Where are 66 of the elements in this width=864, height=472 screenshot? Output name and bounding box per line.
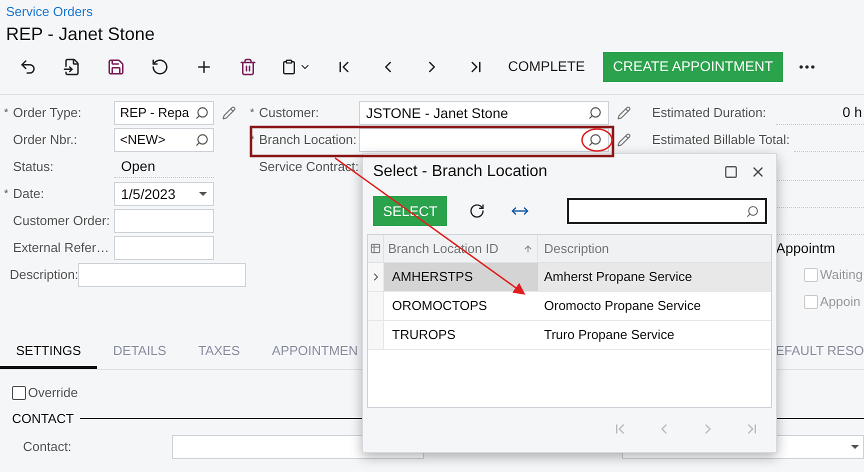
field-label: Order Nbr.:	[13, 131, 78, 150]
table-cell-text: Amherst Propane Service	[544, 268, 692, 286]
field-value: 0 h	[842, 103, 863, 122]
field-label: Contact:	[22, 438, 72, 456]
date-field[interactable]: 1/5/2023	[114, 182, 214, 206]
field-value: REP - Repa	[120, 104, 190, 122]
highlight-circle	[581, 128, 613, 152]
column-header[interactable]: Description	[544, 238, 765, 258]
refresh-icon[interactable]	[469, 203, 486, 219]
grid-settings-icon[interactable]	[370, 243, 381, 254]
checkbox-label: Appoin	[820, 293, 860, 312]
field-label: Estimated Billable Total:	[652, 131, 791, 150]
field-label: External Refer…	[13, 239, 110, 258]
field-label: Order Type:	[13, 104, 82, 122]
complete-button[interactable]: COMPLETE	[498, 52, 596, 82]
required-asterisk: *	[4, 188, 8, 200]
dialog-title: Select - Branch Location	[373, 162, 548, 182]
field-label: Date:	[13, 185, 46, 204]
dropdown-caret-icon[interactable]	[199, 192, 207, 196]
search-field[interactable]	[567, 198, 768, 224]
field-label: Description:	[10, 266, 78, 284]
edit-icon[interactable]	[617, 133, 631, 147]
search-icon[interactable]	[588, 133, 602, 147]
lookup-field[interactable]	[359, 128, 609, 152]
field-label: Estimated Duration:	[652, 104, 768, 122]
search-icon[interactable]	[746, 204, 760, 218]
search-icon[interactable]	[195, 133, 209, 147]
required-asterisk: *	[4, 106, 8, 119]
table-cell-text: Truro Propane Service	[544, 326, 674, 344]
checkbox-label: Waiting	[820, 266, 863, 284]
clipboard-icon	[281, 58, 297, 74]
table-row[interactable]: TRUROPS Truro Propane Service	[368, 321, 771, 350]
status-value: Open	[114, 156, 214, 178]
description-field[interactable]	[78, 263, 246, 287]
field-label: Status:	[13, 158, 54, 176]
field-value: Appointm	[776, 238, 836, 258]
required-asterisk: *	[250, 106, 254, 119]
tab[interactable]: SETTINGS	[0, 336, 98, 368]
maximize-icon[interactable]	[724, 165, 738, 179]
search-icon[interactable]	[588, 106, 602, 120]
field-value: <NEW>	[120, 131, 167, 150]
field-value: 1/5/2023	[121, 184, 176, 204]
lookup-field[interactable]: JSTONE - Janet Stone	[359, 101, 609, 125]
section-title: CONTACT	[12, 410, 74, 428]
table-row[interactable]: AMHERSTPS Amherst Propane Service	[368, 263, 771, 292]
breadcrumb-link[interactable]: Service Orders	[6, 2, 858, 22]
table-cell-text: OROMOCTOPS	[392, 297, 488, 316]
page-title: REP - Janet Stone	[6, 22, 156, 46]
input-field[interactable]	[114, 209, 214, 233]
table-row[interactable]: OROMOCTOPS Oromocto Propane Service	[368, 292, 771, 321]
field-value: JSTONE - Janet Stone	[366, 104, 510, 122]
edit-icon[interactable]	[222, 106, 236, 120]
field-label: Branch Location:	[259, 131, 358, 150]
dropdown-caret-icon[interactable]	[851, 444, 859, 448]
search-icon[interactable]	[195, 106, 209, 120]
field-label: Customer:	[259, 104, 320, 122]
checkbox[interactable]	[12, 386, 26, 400]
table-cell-text: AMHERSTPS	[392, 268, 473, 286]
table-cell-text: Oromocto Propane Service	[544, 297, 701, 316]
field-label: Customer Order:	[13, 212, 111, 230]
lookup-field[interactable]: REP - Repa	[114, 101, 214, 125]
lookup-field[interactable]: <NEW>	[114, 128, 214, 152]
table-cell-text: TRUROPS	[392, 326, 456, 344]
edit-icon[interactable]	[617, 106, 631, 120]
checkbox-label: Override	[28, 384, 78, 402]
input-field[interactable]	[114, 236, 214, 260]
